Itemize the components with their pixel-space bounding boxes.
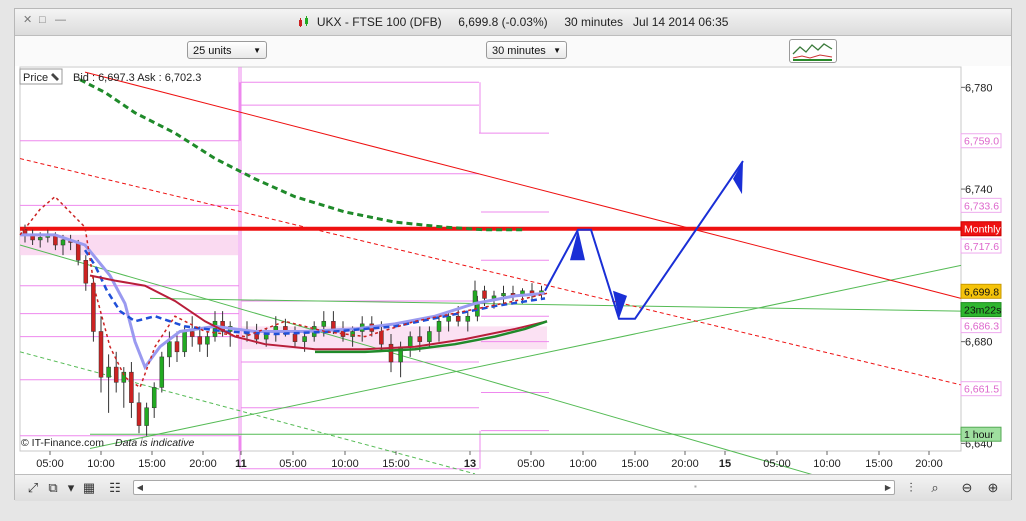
price-tag-label: 6,759.0 xyxy=(964,136,999,148)
candle-body xyxy=(151,387,157,409)
candle-body xyxy=(455,315,461,322)
scroll-right-icon[interactable]: ▶ xyxy=(882,481,894,494)
candle-body xyxy=(129,371,134,403)
price-label: Price xyxy=(23,72,48,84)
x-tick-label: 15:00 xyxy=(382,458,410,470)
chart-type-icon[interactable]: ⧉ xyxy=(45,480,61,496)
candle-body xyxy=(159,356,165,388)
candle-body xyxy=(75,242,81,261)
candle-body xyxy=(212,321,218,337)
dropdown-small-icon[interactable]: ▾ xyxy=(63,480,79,496)
candle-body xyxy=(465,315,471,322)
candle-body xyxy=(427,331,432,342)
x-tick-label: 11 xyxy=(235,458,247,470)
candle-body xyxy=(379,331,384,345)
y-tick-label: 6,780 xyxy=(965,82,993,94)
x-tick-label: 15:00 xyxy=(138,458,166,470)
price-tag-label: 6,733.6 xyxy=(964,200,999,212)
zone-box xyxy=(20,234,238,256)
indicators-icon[interactable]: ☷ xyxy=(107,480,123,496)
candle-body xyxy=(482,290,487,299)
candle-body xyxy=(174,341,180,353)
candle-body xyxy=(197,336,203,345)
x-tick-label: 20:00 xyxy=(189,458,217,470)
candle-body xyxy=(254,333,259,340)
x-tick-label: 13 xyxy=(464,458,476,470)
x-tick-label: 15 xyxy=(719,458,731,470)
price-tag-label: 6,699.8 xyxy=(964,286,999,298)
x-tick-label: 15:00 xyxy=(621,458,649,470)
candle-body xyxy=(205,336,210,345)
candle-body xyxy=(136,402,142,426)
price-tag-label: 1 hour xyxy=(964,429,994,441)
x-tick-label: 10:00 xyxy=(813,458,841,470)
candle-body xyxy=(37,237,43,241)
disclaimer-label: Data is indicative xyxy=(115,437,195,449)
candle-body xyxy=(292,333,298,342)
calculator-icon[interactable]: ▦ xyxy=(81,480,97,496)
candle-body xyxy=(98,331,104,378)
bid-ask-label: Bid : 6,697.3 Ask : 6,702.3 xyxy=(73,72,201,84)
candle-body xyxy=(407,336,413,347)
candle-body xyxy=(501,293,506,297)
time-scrollbar[interactable]: ◀ ▪ ▶ xyxy=(133,480,895,495)
price-tag-label: 6,686.3 xyxy=(964,321,999,333)
candle-body xyxy=(144,407,149,426)
candle-body xyxy=(436,321,442,332)
x-tick-label: 15:00 xyxy=(865,458,893,470)
x-tick-label: 05:00 xyxy=(763,458,791,470)
zoom-in-icon[interactable]: ⊕ xyxy=(985,480,1001,496)
candle-body xyxy=(60,239,66,246)
candle-body xyxy=(182,331,187,353)
zoom-fit-icon[interactable]: ⌕ xyxy=(927,480,943,496)
candle-body xyxy=(167,341,172,358)
candle-body xyxy=(417,336,423,342)
candle-style-icon[interactable]: ⫶ xyxy=(903,480,919,496)
x-tick-label: 05:00 xyxy=(36,458,64,470)
candle-body xyxy=(189,331,195,337)
y-tick-label: 6,740 xyxy=(965,184,993,196)
x-tick-label: 20:00 xyxy=(915,458,943,470)
candle-body xyxy=(321,321,327,327)
price-tag-label: 23m22s xyxy=(964,305,1001,317)
candle-body xyxy=(472,290,478,304)
scroll-left-icon[interactable]: ◀ xyxy=(134,481,146,494)
price-tag-label: 6,661.5 xyxy=(964,384,999,396)
x-tick-label: 10:00 xyxy=(569,458,597,470)
candle-body xyxy=(113,366,119,383)
candle-body xyxy=(106,366,111,378)
candle-body xyxy=(302,336,307,342)
x-tick-label: 10:00 xyxy=(331,458,359,470)
zoom-out-icon[interactable]: ⊖ xyxy=(959,480,975,496)
x-tick-label: 20:00 xyxy=(671,458,699,470)
scroll-thumb[interactable]: ▪ xyxy=(694,483,702,491)
price-tag-label: Monthly xyxy=(964,224,1002,236)
candle-body xyxy=(83,260,89,284)
bottom-toolbar: ⤢ ⧉ ▾ ▦ ☷ ◀ ▪ ▶ ⫶ ⌕ ⊖ ⊕ xyxy=(15,474,1011,501)
candle-body xyxy=(331,321,336,330)
candle-body xyxy=(388,343,394,363)
copyright-label: © IT-Finance.com xyxy=(21,437,104,449)
drawing-tools-icon[interactable]: ⤢ xyxy=(25,480,41,496)
chart-window: ✕ □ — UKX - FTSE 100 (DFB) 6,699.8 (-0.0… xyxy=(14,8,1012,501)
x-tick-label: 05:00 xyxy=(279,458,307,470)
candle-body xyxy=(491,295,497,299)
y-tick-label: 6,680 xyxy=(965,337,993,349)
chart-area[interactable]: Price Bid : 6,697.3 Ask : 6,702.3 © IT-Fin… xyxy=(15,9,1011,474)
x-tick-label: 10:00 xyxy=(87,458,115,470)
price-tag-label: 6,717.6 xyxy=(964,241,999,253)
x-tick-label: 05:00 xyxy=(517,458,545,470)
